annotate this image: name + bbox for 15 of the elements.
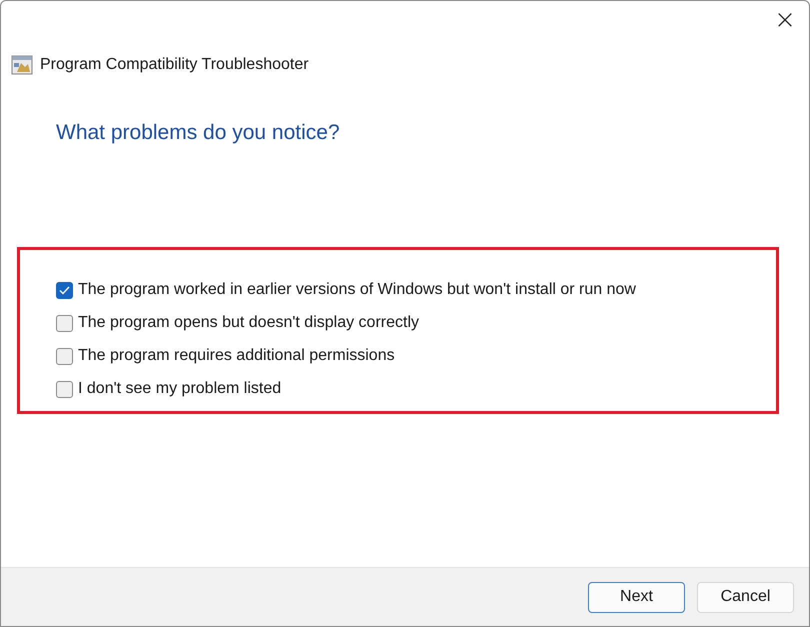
checkbox[interactable]	[56, 314, 73, 332]
option-label: The program opens but doesn't display correctly	[78, 313, 420, 333]
program-window-icon	[11, 55, 33, 75]
option-label: The program requires additional permissions	[78, 346, 395, 366]
page-heading: What problems do you notice?	[56, 121, 341, 145]
next-button[interactable]: Next	[588, 582, 685, 612]
checkbox[interactable]	[56, 380, 73, 398]
window-title: Program Compatibility Troubleshooter	[40, 56, 309, 74]
checkbox[interactable]	[56, 282, 73, 298]
check-icon	[59, 286, 70, 294]
option-label: I don't see my problem listed	[78, 379, 282, 399]
checkbox[interactable]	[56, 348, 73, 364]
cancel-button[interactable]: Cancel	[697, 582, 794, 612]
close-button[interactable]: ×	[762, 1, 808, 39]
option-label: The program worked in earlier versions of Windows but won't install or run now	[78, 280, 636, 300]
